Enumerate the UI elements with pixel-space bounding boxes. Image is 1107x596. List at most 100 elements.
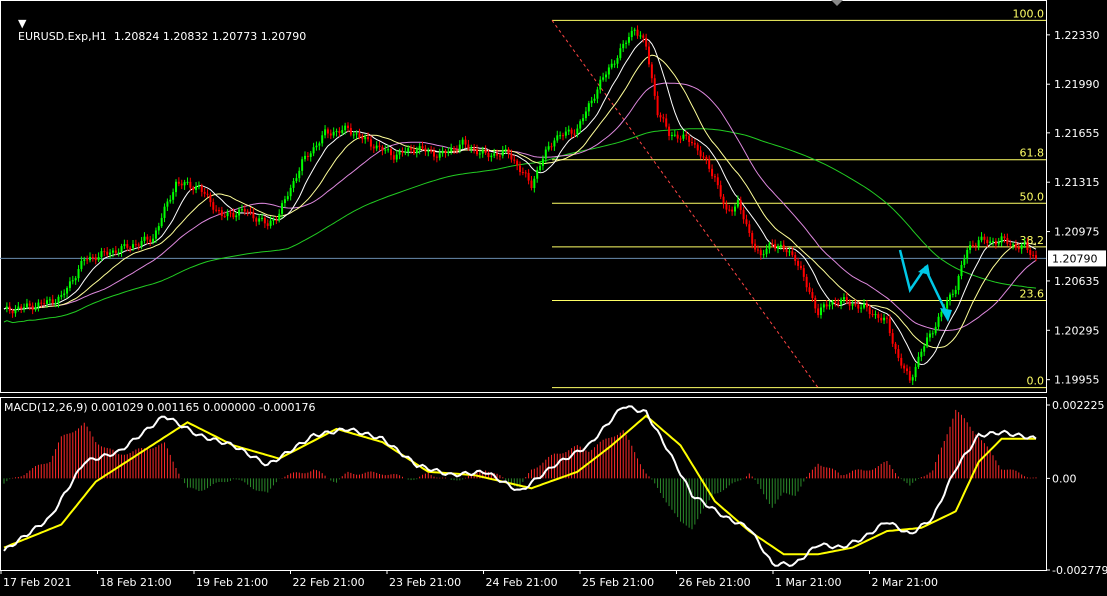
trading-chart[interactable]: 100.0 61.8 50.0 38.2 23.6 0.0 1.22330 1.21990 1.… [0,0,1107,592]
candle-body [682,134,685,139]
candle-body [685,134,688,136]
candle-body [513,159,516,161]
candle-body [476,149,478,155]
candle-body [914,366,917,378]
candle-body [630,30,633,38]
candle-body [788,251,791,253]
candle-body [527,172,530,181]
candle-body [192,187,195,190]
candle-body [200,185,203,192]
candle-body [80,260,83,270]
candle-body [54,302,57,304]
candle-body [713,176,716,178]
time-axis-label: 18 Feb 21:00 [100,576,172,589]
candle-body [544,149,547,159]
candle-body [848,301,851,306]
candle-body [911,377,914,381]
candle-body [888,318,891,334]
candle-body [355,133,358,135]
candle-body [903,365,906,369]
candle-body [278,213,281,221]
candle-body [347,125,349,129]
candle-body [57,296,60,303]
candle-body [917,356,920,367]
candle-body [696,144,699,151]
candle-body [736,200,739,207]
symbol-header-text: EURUSD.Exp,H1 1.20824 1.20832 1.20773 1.… [18,30,307,43]
candle-body [172,192,175,200]
candle-body [616,58,619,64]
candle-body [249,211,252,213]
candle-body [676,134,679,139]
arrow-head-icon [918,264,930,275]
candle-body [387,149,390,151]
ma-slow-line [3,82,1037,332]
candle-body [63,293,66,296]
candle-body [562,135,564,137]
candle-body [203,191,206,194]
candle-body [1020,244,1023,250]
candle-body [197,185,200,187]
fib-level-label: 38.2 [1020,234,1045,247]
candle-body [427,150,430,152]
candle-body [983,236,986,240]
candle-body [759,250,762,256]
candle-body [304,155,306,160]
candle-body [885,317,888,319]
candle-body [754,243,757,250]
candle-body [123,244,126,247]
time-axis-label: 17 Feb 2021 [3,576,71,589]
candle-body [315,145,318,148]
candle-body [994,241,997,245]
candle-body [137,244,140,246]
candle-body [679,138,682,140]
candle-body [91,256,94,258]
candle-body [421,146,424,149]
candle-body [739,200,742,211]
candle-body [785,249,788,253]
candle-body [974,245,977,247]
candle-body [908,371,911,381]
candle-body [392,155,395,160]
candle-body [89,256,91,261]
candle-body [877,314,880,318]
candle-body [590,100,593,104]
candle-body [960,264,963,276]
candle-body [805,276,808,288]
candle-body [23,307,26,309]
candle-body [834,301,837,304]
candle-body [470,147,473,149]
candle-body [659,115,662,118]
candle-body [802,268,805,277]
candle-body [498,155,501,157]
chart-canvas[interactable]: 100.0 61.8 50.0 38.2 23.6 0.0 1.22330 1.21990 1.… [0,0,1107,592]
candle-body [226,212,229,217]
candle-body [398,151,401,155]
candle-body [636,29,639,36]
time-axis-label: 24 Feb 21:00 [486,576,558,589]
candle-body [281,203,284,214]
candle-body [106,251,109,255]
candle-body [926,337,929,347]
candle-body [344,125,347,131]
candle-body [384,149,387,151]
pane-marker-icon [831,0,843,6]
candle-body [111,250,114,253]
menu-triangle-icon[interactable]: ▼ [18,17,26,30]
candle-body [966,249,969,260]
candle-body [851,304,854,306]
candle-body [169,199,172,202]
candle-body [969,245,972,250]
candle-body [349,128,352,135]
candle-body [378,145,381,148]
candle-body [989,241,992,244]
candle-body [166,201,169,207]
candle-body [206,193,209,195]
candle-body [246,211,249,213]
candle-body [447,151,450,154]
candle-body [43,303,46,305]
candle-body [243,209,246,212]
candle-body [407,148,410,152]
price-axis-label: 1.21315 [1054,176,1100,189]
candle-body [20,306,23,309]
